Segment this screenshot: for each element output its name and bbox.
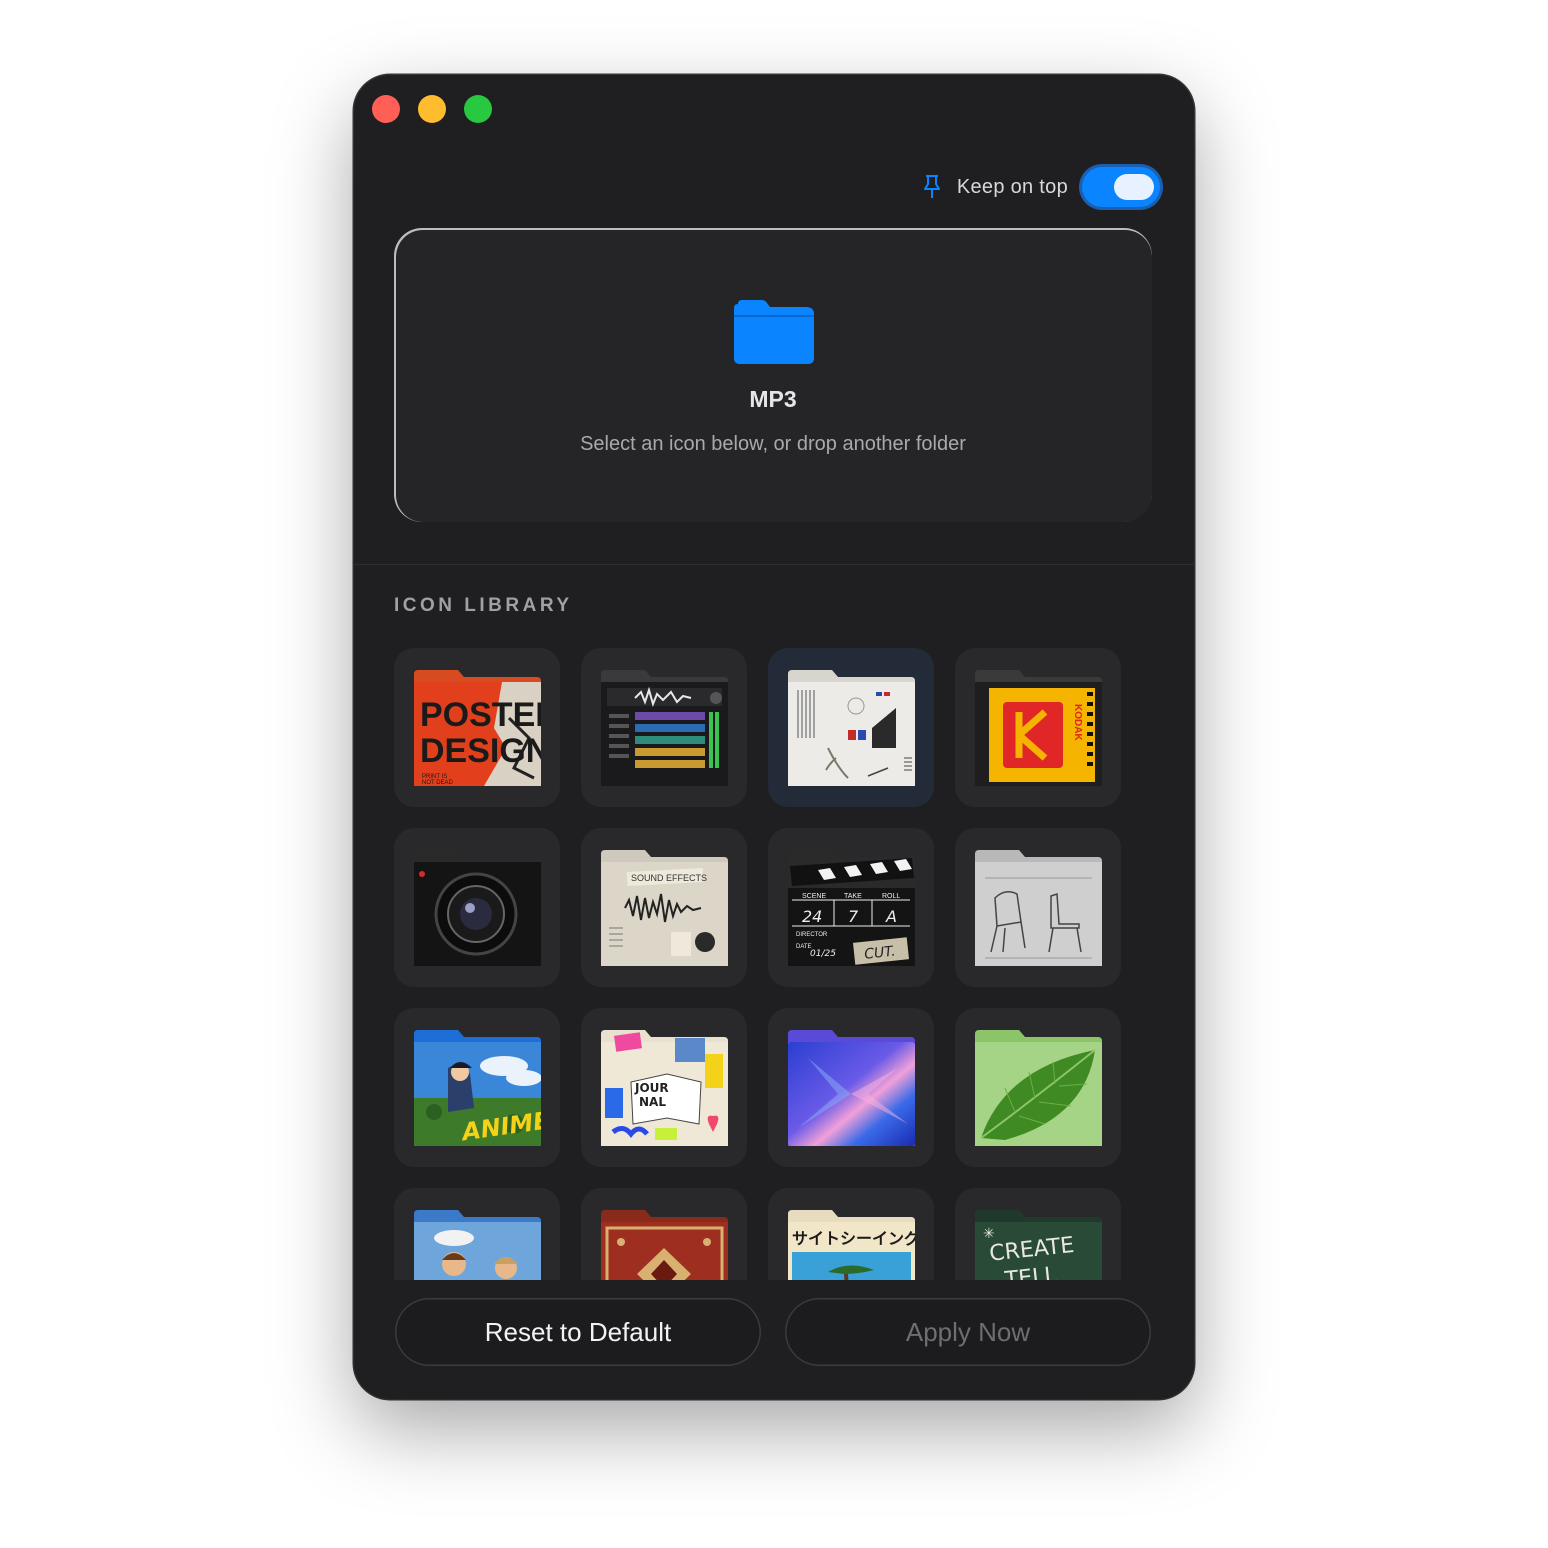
keep-on-top-toggle[interactable]	[1082, 167, 1160, 207]
svg-text:KODAK: KODAK	[1072, 704, 1083, 741]
svg-text:✳: ✳	[983, 1226, 995, 1242]
svg-text:A: A	[885, 907, 897, 926]
anime-icon: ANIME	[414, 1030, 541, 1147]
camera-icon	[414, 850, 541, 966]
icon-tile-iridescent[interactable]	[768, 1008, 934, 1167]
clapperboard-icon: SCENE TAKE ROLL 24 7 A DIRECTOR DATE 01/…	[788, 850, 915, 966]
zoom-button[interactable]	[464, 95, 492, 123]
sound-effects-label: SOUND EFFECTS	[631, 873, 707, 883]
folder-icon	[734, 300, 814, 364]
icon-tile-kodak[interactable]: KODAK	[955, 648, 1121, 807]
sightseeing-icon: サイトシーイング	[788, 1210, 915, 1280]
chair-sketch-icon	[975, 850, 1102, 966]
icon-tile-journal[interactable]: JOUR NAL	[581, 1008, 747, 1167]
icon-tile-renaissance[interactable]	[394, 1188, 560, 1280]
icon-tile-anime[interactable]: ANIME	[394, 1008, 560, 1167]
divider	[354, 564, 1194, 565]
app-window: Keep on top MP3 Select an icon below, or…	[354, 75, 1194, 1399]
poster-text-2: DESIGN	[420, 732, 541, 770]
drop-hint: Select an icon below, or drop another fo…	[580, 433, 966, 455]
folder-name: MP3	[749, 386, 797, 412]
sightseeing-label: サイトシーイング	[792, 1229, 915, 1248]
icon-tile-camera[interactable]	[394, 828, 560, 987]
icon-tile-audio-mixer[interactable]	[581, 648, 747, 807]
reset-to-default-button[interactable]: Reset to Default	[395, 1298, 761, 1366]
svg-text:7: 7	[848, 907, 859, 926]
svg-text:01/25: 01/25	[810, 949, 836, 959]
svg-text:ROLL: ROLL	[882, 893, 900, 900]
traffic-lights	[372, 95, 492, 123]
sound-effects-icon: SOUND EFFECTS	[601, 850, 728, 966]
audio-mixer-icon	[601, 670, 728, 786]
leaf-icon	[975, 1030, 1102, 1146]
icon-tile-persian-rug[interactable]	[581, 1188, 747, 1280]
journal-icon: JOUR NAL	[601, 1030, 728, 1146]
icon-tile-chair-sketch[interactable]	[955, 828, 1121, 987]
icon-tile-clapperboard[interactable]: SCENE TAKE ROLL 24 7 A DIRECTOR DATE 01/…	[768, 828, 934, 987]
iridescent-icon	[788, 1030, 915, 1146]
icon-library-heading: ICON LIBRARY	[394, 595, 573, 616]
svg-text:NOT DEAD: NOT DEAD	[422, 780, 454, 786]
architecture-moodboard-icon	[788, 670, 915, 786]
keep-on-top-row: Keep on top	[921, 167, 1160, 207]
svg-text:CUT.: CUT.	[863, 944, 896, 963]
icon-tile-architecture-moodboard[interactable]	[768, 648, 934, 807]
create-tell-icon: CREATE TELL ✳	[975, 1210, 1102, 1280]
pin-icon	[923, 175, 940, 198]
folder-drop-zone[interactable]: MP3 Select an icon below, or drop anothe…	[394, 228, 1152, 522]
minimize-button[interactable]	[418, 95, 446, 123]
kodak-icon: KODAK	[975, 670, 1102, 786]
icon-tile-create-tell[interactable]: CREATE TELL ✳	[955, 1188, 1121, 1280]
icon-tile-poster-design[interactable]: POSTER DESIGN PRINT IS NOT DEAD	[394, 648, 560, 807]
renaissance-icon	[414, 1210, 541, 1280]
persian-rug-icon	[601, 1210, 728, 1280]
journal-label: JOUR	[634, 1081, 669, 1095]
icon-tile-leaf[interactable]	[955, 1008, 1121, 1167]
poster-text-1: POSTER	[420, 696, 541, 734]
icon-tile-sound-effects[interactable]: SOUND EFFECTS	[581, 828, 747, 987]
poster-design-icon: POSTER DESIGN PRINT IS NOT DEAD	[414, 670, 541, 786]
close-button[interactable]	[372, 95, 400, 123]
toggle-knob	[1114, 174, 1154, 200]
icon-tile-sightseeing[interactable]: サイトシーイング	[768, 1188, 934, 1280]
svg-text:NAL: NAL	[639, 1095, 666, 1109]
icon-library-scroll[interactable]: POSTER DESIGN PRINT IS NOT DEAD	[394, 648, 1134, 1280]
svg-text:TAKE: TAKE	[844, 893, 862, 900]
svg-text:SCENE: SCENE	[802, 893, 826, 900]
apply-now-button[interactable]: Apply Now	[785, 1298, 1151, 1366]
icon-grid: POSTER DESIGN PRINT IS NOT DEAD	[394, 648, 1134, 1280]
keep-on-top-label: Keep on top	[956, 175, 1068, 198]
svg-text:24: 24	[802, 907, 822, 926]
svg-text:DIRECTOR: DIRECTOR	[796, 932, 828, 938]
